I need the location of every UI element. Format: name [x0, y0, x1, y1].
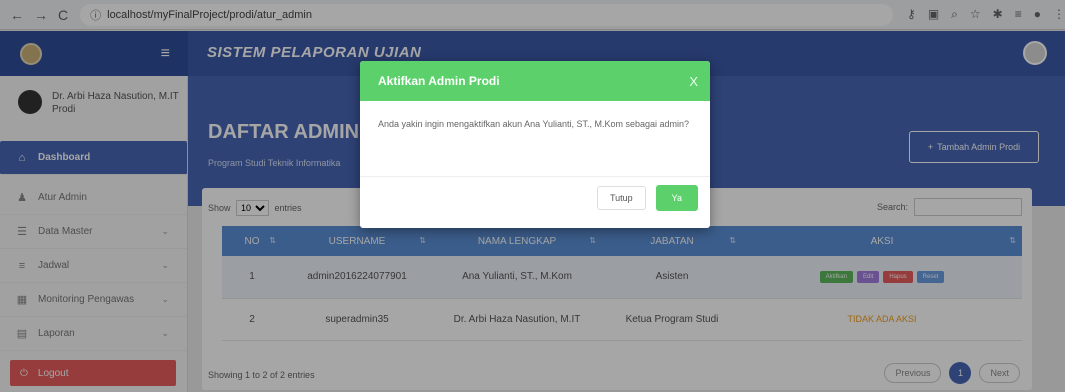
- cancel-button[interactable]: Tutup: [596, 186, 646, 210]
- confirm-button[interactable]: Ya: [655, 185, 698, 211]
- modal-footer: Tutup Ya: [360, 177, 710, 219]
- modal-title: Aktifkan Admin Prodi: [378, 74, 500, 88]
- modal-message: Anda yakin ingin mengaktifkan akun Ana Y…: [360, 101, 710, 177]
- close-icon[interactable]: X: [689, 74, 698, 89]
- modal-header: Aktifkan Admin Prodi X: [360, 61, 710, 101]
- activate-admin-modal: Aktifkan Admin Prodi X Anda yakin ingin …: [360, 61, 710, 228]
